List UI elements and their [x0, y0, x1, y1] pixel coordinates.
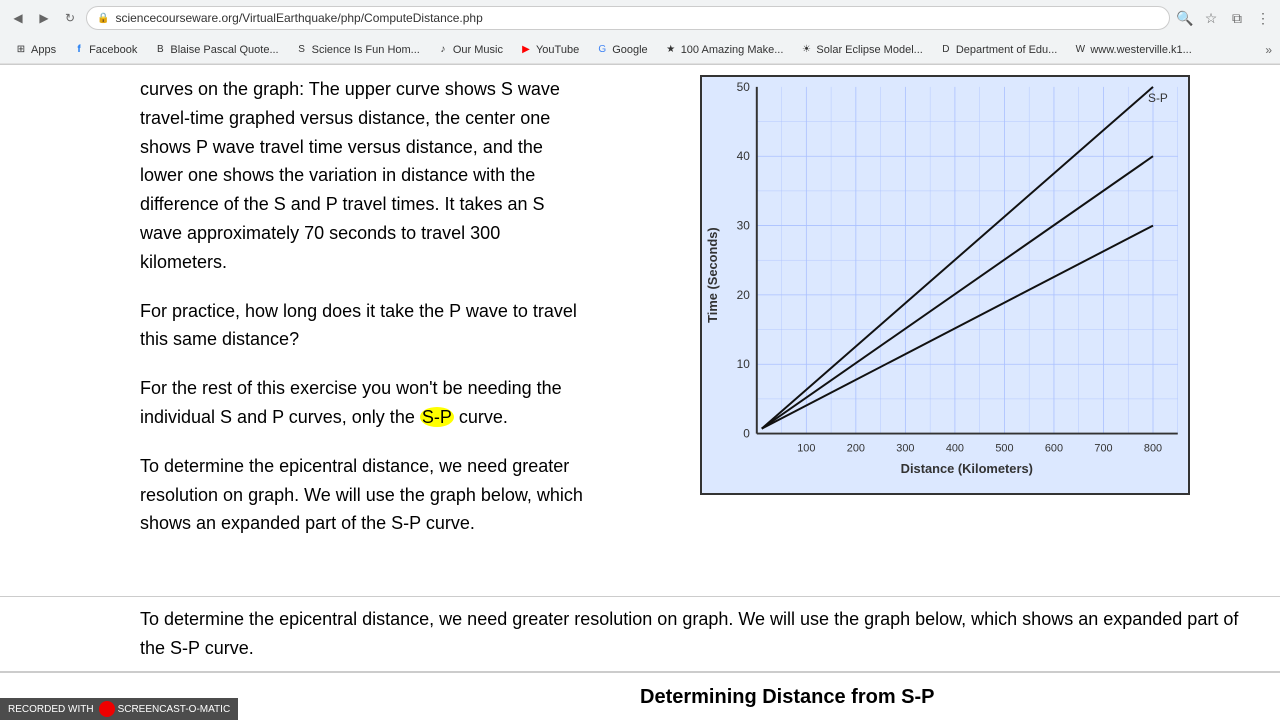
svg-text:800: 800 [1144, 442, 1162, 454]
paragraph-4-text: To determine the epicentral distance, we… [140, 605, 1250, 663]
svg-text:S-P: S-P [1148, 91, 1168, 105]
svg-text:Distance (Kilometers): Distance (Kilometers) [901, 461, 1033, 476]
bookmark-label: Solar Eclipse Model... [816, 44, 922, 56]
svg-text:0: 0 [743, 427, 750, 441]
main-area: curves on the graph: The upper curve sho… [0, 65, 1280, 596]
lock-icon: 🔒 [97, 13, 109, 24]
page-content: curves on the graph: The upper curve sho… [0, 65, 1280, 721]
screencast-watermark: RECORDED WITH SCREENCAST-O-MATIC [0, 698, 238, 720]
svg-text:Time (Seconds): Time (Seconds) [705, 227, 720, 323]
brand-label: SCREENCAST-O-MATIC [118, 704, 231, 715]
svg-text:300: 300 [896, 442, 914, 454]
paragraph-2: For practice, how long does it take the … [140, 297, 590, 355]
svg-text:20: 20 [737, 288, 751, 302]
svg-text:600: 600 [1045, 442, 1063, 454]
blaise-favicon: B [153, 43, 167, 57]
paragraph-1: curves on the graph: The upper curve sho… [140, 75, 590, 277]
bookmark-label: Facebook [89, 44, 137, 56]
svg-text:200: 200 [847, 442, 865, 454]
search-icon[interactable]: 🔍 [1176, 9, 1194, 27]
bookmark-blaise[interactable]: B Blaise Pascal Quote... [147, 41, 284, 59]
bookmark-dept[interactable]: D Department of Edu... [933, 41, 1064, 59]
bookmarks-bar: ⊞ Apps f Facebook B Blaise Pascal Quote.… [0, 36, 1280, 64]
bookmark-label: www.westerville.k1... [1090, 44, 1191, 56]
bookmark-label: YouTube [536, 44, 579, 56]
bookmark-google[interactable]: G Google [589, 41, 653, 59]
bookmark-youtube[interactable]: ▶ YouTube [513, 41, 585, 59]
address-bar[interactable]: 🔒 sciencecourseware.org/VirtualEarthquak… [86, 6, 1170, 30]
dept-favicon: D [939, 43, 953, 57]
recorded-label: RECORDED WITH [8, 704, 94, 715]
extension-icon[interactable]: ⧉ [1228, 9, 1246, 27]
westerville-favicon: W [1073, 43, 1087, 57]
make-favicon: ★ [664, 43, 678, 57]
facebook-favicon: f [72, 43, 86, 57]
bookmark-label: 100 Amazing Make... [681, 44, 784, 56]
back-button[interactable]: ◀ [8, 8, 28, 28]
svg-text:30: 30 [737, 219, 751, 233]
paragraph-4-container: To determine the epicentral distance, we… [0, 596, 1280, 671]
bookmark-label: Science Is Fun Hom... [312, 44, 420, 56]
svg-text:10: 10 [737, 357, 751, 371]
svg-text:40: 40 [737, 149, 751, 163]
science-favicon: S [295, 43, 309, 57]
svg-text:500: 500 [995, 442, 1013, 454]
paragraph3-after: curve. [454, 407, 508, 427]
bookmark-westerville[interactable]: W www.westerville.k1... [1067, 41, 1197, 59]
google-favicon: G [595, 43, 609, 57]
bookmark-label: Apps [31, 44, 56, 56]
bookmark-label: Blaise Pascal Quote... [170, 44, 278, 56]
menu-icon[interactable]: ⋮ [1254, 9, 1272, 27]
browser-chrome: ◀ ▶ ↻ 🔒 sciencecourseware.org/VirtualEar… [0, 0, 1280, 65]
svg-text:50: 50 [737, 80, 751, 94]
seismograph-chart: 0 10 20 30 40 50 100 200 300 400 500 600… [700, 75, 1190, 495]
bottom-heading: Determining Distance from S-P [620, 673, 1280, 721]
bookmark-facebook[interactable]: f Facebook [66, 41, 143, 59]
bookmark-label: Our Music [453, 44, 503, 56]
eclipse-favicon: ☀ [799, 43, 813, 57]
text-column: curves on the graph: The upper curve sho… [0, 65, 620, 596]
svg-text:700: 700 [1094, 442, 1112, 454]
bookmark-label: Department of Edu... [956, 44, 1058, 56]
apps-favicon: ⊞ [14, 43, 28, 57]
toolbar-icons: 🔍 ☆ ⧉ ⋮ [1176, 9, 1272, 27]
bookmark-label: Google [612, 44, 647, 56]
bookmark-apps[interactable]: ⊞ Apps [8, 41, 62, 59]
paragraph-4: To determine the epicentral distance, we… [140, 452, 590, 538]
reload-button[interactable]: ↻ [60, 8, 80, 28]
svg-text:400: 400 [946, 442, 964, 454]
graph-column: 0 10 20 30 40 50 100 200 300 400 500 600… [620, 65, 1280, 596]
sp-highlight: S-P [420, 407, 454, 427]
browser-toolbar: ◀ ▶ ↻ 🔒 sciencecourseware.org/VirtualEar… [0, 0, 1280, 36]
music-favicon: ♪ [436, 43, 450, 57]
svg-text:100: 100 [797, 442, 815, 454]
chart-svg: 0 10 20 30 40 50 100 200 300 400 500 600… [702, 77, 1188, 493]
bookmark-music[interactable]: ♪ Our Music [430, 41, 509, 59]
forward-button[interactable]: ▶ [34, 8, 54, 28]
youtube-favicon: ▶ [519, 43, 533, 57]
paragraph-3: For the rest of this exercise you won't … [140, 374, 590, 432]
url-text: sciencecourseware.org/VirtualEarthquake/… [115, 11, 1159, 25]
bookmark-make[interactable]: ★ 100 Amazing Make... [658, 41, 790, 59]
bookmark-icon[interactable]: ☆ [1202, 9, 1220, 27]
bookmark-eclipse[interactable]: ☀ Solar Eclipse Model... [793, 41, 928, 59]
more-bookmarks-icon[interactable]: » [1265, 43, 1272, 57]
bookmark-science[interactable]: S Science Is Fun Hom... [289, 41, 426, 59]
